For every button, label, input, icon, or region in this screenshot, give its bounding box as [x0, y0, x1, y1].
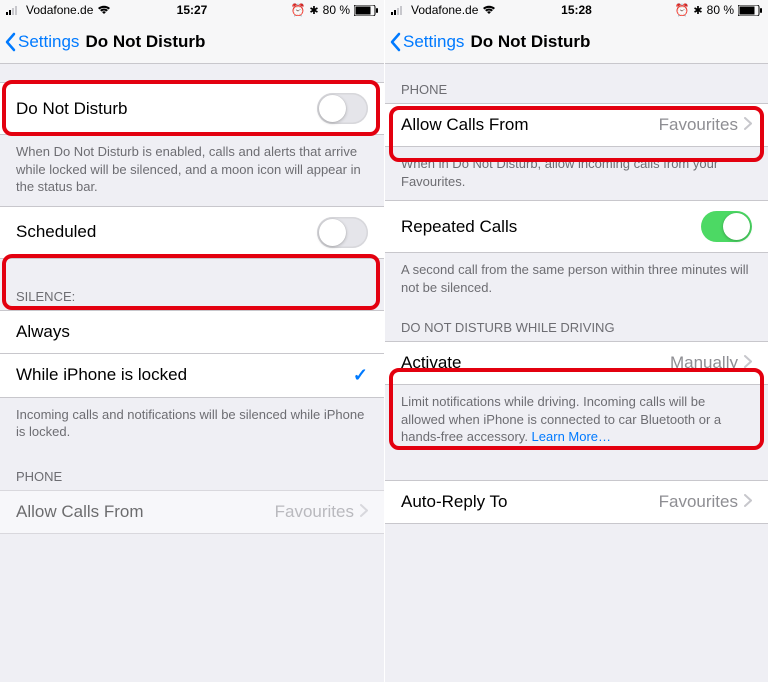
chevron-right-icon — [744, 115, 752, 135]
allow-calls-value: Favourites — [275, 502, 354, 522]
allow-calls-row[interactable]: Allow Calls From Favourites — [385, 103, 768, 147]
allow-calls-value: Favourites — [659, 115, 738, 135]
screen-right: Vodafone.de 15:28 ⏰ ✱ 80 % Settings Do N… — [384, 0, 768, 682]
back-label: Settings — [403, 32, 464, 52]
status-bar: Vodafone.de 15:28 ⏰ ✱ 80 % — [385, 0, 768, 20]
check-icon: ✓ — [353, 365, 368, 386]
dnd-switch[interactable] — [317, 93, 368, 124]
dnd-footer: When Do Not Disturb is enabled, calls an… — [0, 135, 384, 206]
back-label: Settings — [18, 32, 79, 52]
learn-more-link[interactable]: Learn More… — [532, 429, 611, 444]
silence-header: SILENCE: — [0, 259, 384, 310]
nav-title: Do Not Disturb — [470, 32, 590, 52]
status-time: 15:28 — [385, 3, 768, 17]
chevron-left-icon — [4, 32, 16, 52]
allow-calls-row[interactable]: Allow Calls From Favourites — [0, 490, 384, 534]
driving-header: DO NOT DISTURB WHILE DRIVING — [385, 306, 768, 341]
nav-bar: Settings Do Not Disturb — [385, 20, 768, 64]
chevron-left-icon — [389, 32, 401, 52]
scheduled-row[interactable]: Scheduled — [0, 206, 384, 259]
activate-label: Activate — [401, 353, 670, 373]
repeated-switch[interactable] — [701, 211, 752, 242]
silence-locked-row[interactable]: While iPhone is locked ✓ — [0, 354, 384, 398]
silence-footer: Incoming calls and notifications will be… — [0, 398, 384, 451]
allow-calls-footer: When in Do Not Disturb, allow incoming c… — [385, 147, 768, 200]
allow-calls-label: Allow Calls From — [16, 502, 275, 522]
silence-always-row[interactable]: Always — [0, 310, 384, 354]
driving-footer: Limit notifications while driving. Incom… — [385, 385, 768, 456]
chevron-right-icon — [744, 492, 752, 512]
scheduled-label: Scheduled — [16, 222, 317, 242]
chevron-right-icon — [744, 353, 752, 373]
repeated-calls-row[interactable]: Repeated Calls — [385, 200, 768, 253]
repeated-footer: A second call from the same person withi… — [385, 253, 768, 306]
status-time: 15:27 — [0, 3, 384, 17]
screen-left: Vodafone.de 15:27 ⏰ ✱ 80 % Settings Do N… — [0, 0, 384, 682]
chevron-right-icon — [360, 502, 368, 522]
repeated-label: Repeated Calls — [401, 217, 701, 237]
back-button[interactable]: Settings — [0, 32, 79, 52]
activate-row[interactable]: Activate Manually — [385, 341, 768, 385]
status-bar: Vodafone.de 15:27 ⏰ ✱ 80 % — [0, 0, 384, 20]
phone-header: PHONE — [385, 64, 768, 103]
dnd-label: Do Not Disturb — [16, 99, 317, 119]
dnd-toggle-row[interactable]: Do Not Disturb — [0, 82, 384, 135]
auto-reply-label: Auto-Reply To — [401, 492, 659, 512]
nav-title: Do Not Disturb — [85, 32, 205, 52]
phone-header: PHONE — [0, 451, 384, 490]
nav-bar: Settings Do Not Disturb — [0, 20, 384, 64]
silence-always-label: Always — [16, 322, 368, 342]
auto-reply-row[interactable]: Auto-Reply To Favourites — [385, 480, 768, 524]
scheduled-switch[interactable] — [317, 217, 368, 248]
allow-calls-label: Allow Calls From — [401, 115, 659, 135]
silence-locked-label: While iPhone is locked — [16, 365, 353, 385]
activate-value: Manually — [670, 353, 738, 373]
back-button[interactable]: Settings — [385, 32, 464, 52]
auto-reply-value: Favourites — [659, 492, 738, 512]
